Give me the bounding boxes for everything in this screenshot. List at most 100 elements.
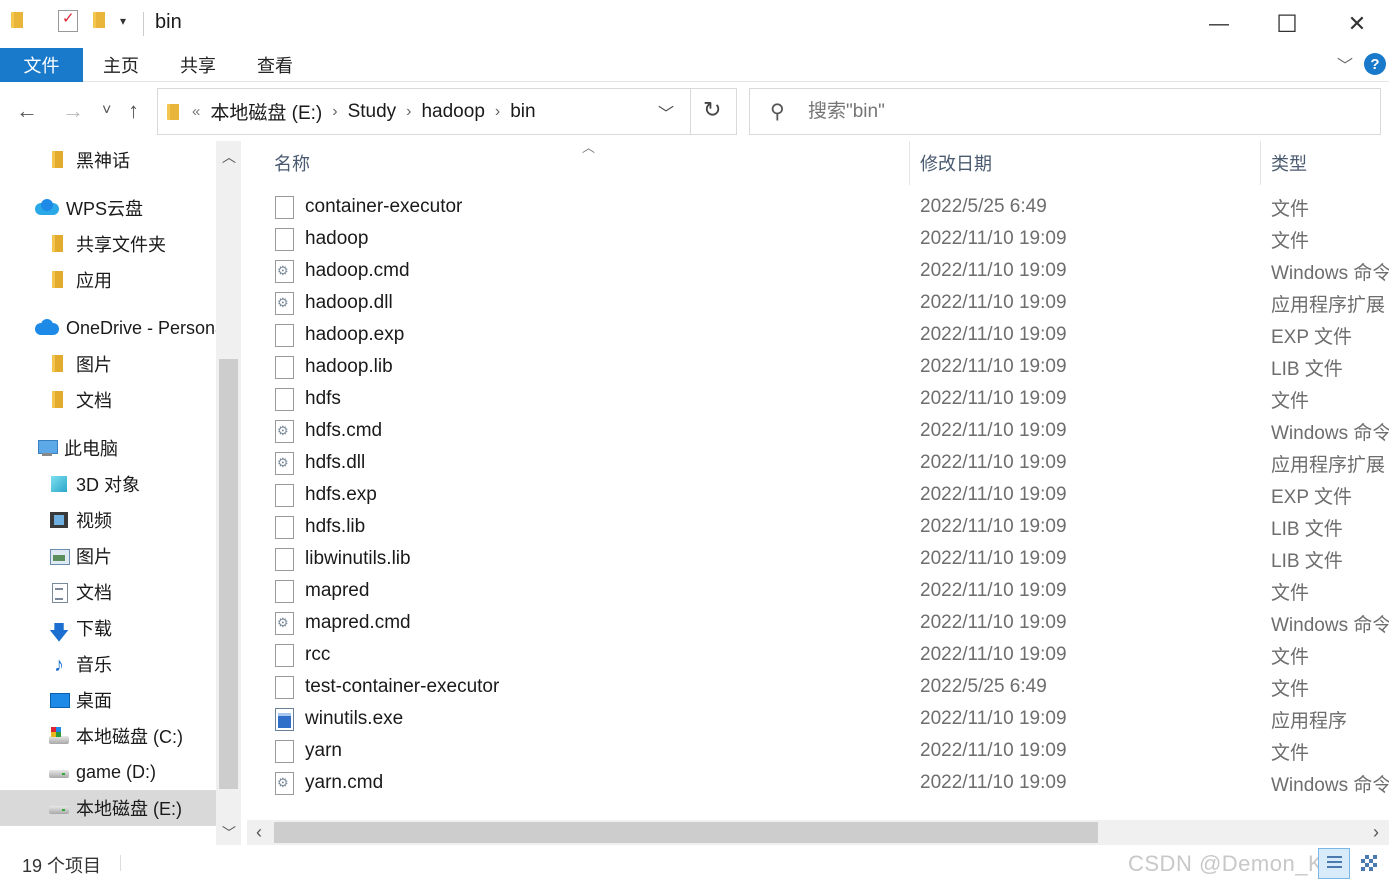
- sidebar-item-documents[interactable]: 文档: [0, 574, 216, 610]
- folder-icon: [48, 234, 70, 254]
- file-row[interactable]: hadoop.cmd 2022/11/10 19:09 Windows 命令脚本: [247, 255, 1389, 287]
- file-row[interactable]: yarn.cmd 2022/11/10 19:09 Windows 命令脚本: [247, 767, 1389, 799]
- file-row[interactable]: test-container-executor 2022/5/25 6:49 文件: [247, 671, 1389, 703]
- file-row[interactable]: winutils.exe 2022/11/10 19:09 应用程序: [247, 703, 1389, 735]
- column-header-date[interactable]: 修改日期: [920, 141, 992, 185]
- up-button[interactable]: ↑: [128, 98, 139, 124]
- file-row[interactable]: mapred.cmd 2022/11/10 19:09 Windows 命令脚本: [247, 607, 1389, 639]
- breadcrumb-study[interactable]: Study: [348, 101, 397, 123]
- large-icons-view-button[interactable]: [1356, 851, 1384, 877]
- sidebar-item-drive-e[interactable]: 本地磁盘 (E:): [0, 790, 216, 826]
- address-dropdown-icon[interactable]: ﹀: [658, 100, 674, 124]
- breadcrumb-overflow[interactable]: «: [192, 103, 200, 120]
- sidebar-item-onedrive[interactable]: OneDrive - Personal: [0, 310, 216, 346]
- tab-file[interactable]: 文件: [0, 48, 83, 82]
- file-row[interactable]: libwinutils.lib 2022/11/10 19:09 LIB 文件: [247, 543, 1389, 575]
- file-row[interactable]: yarn 2022/11/10 19:09 文件: [247, 735, 1389, 767]
- sidebar-item-drive-d[interactable]: game (D:): [0, 754, 216, 790]
- file-row[interactable]: hadoop.dll 2022/11/10 19:09 应用程序扩展: [247, 287, 1389, 319]
- file-name-cell[interactable]: libwinutils.lib: [275, 543, 895, 575]
- tab-view[interactable]: 查看: [257, 48, 293, 82]
- file-row[interactable]: rcc 2022/11/10 19:09 文件: [247, 639, 1389, 671]
- file-name-cell[interactable]: mapred.cmd: [275, 607, 895, 639]
- breadcrumb-bin[interactable]: bin: [510, 101, 535, 123]
- file-name-cell[interactable]: mapred: [275, 575, 895, 607]
- file-name-cell[interactable]: container-executor: [275, 191, 895, 223]
- forward-button[interactable]: →: [62, 98, 84, 124]
- file-row[interactable]: hdfs.dll 2022/11/10 19:09 应用程序扩展: [247, 447, 1389, 479]
- details-view-button[interactable]: [1318, 848, 1350, 879]
- sidebar-item-downloads[interactable]: 🡇 下载: [0, 610, 216, 646]
- sidebar-scroll-thumb[interactable]: [219, 359, 238, 789]
- file-name-cell[interactable]: hadoop.cmd: [275, 255, 895, 287]
- tab-home[interactable]: 主页: [103, 48, 139, 82]
- expand-ribbon-icon[interactable]: ﹀: [1337, 52, 1353, 76]
- column-divider[interactable]: [1260, 141, 1261, 185]
- file-name-cell[interactable]: hadoop.exp: [275, 319, 895, 351]
- file-name-cell[interactable]: test-container-executor: [275, 671, 895, 703]
- new-folder-icon[interactable]: [92, 10, 108, 30]
- close-button[interactable]: ✕: [1322, 0, 1389, 48]
- minimize-button[interactable]: —: [1184, 0, 1254, 48]
- file-name-cell[interactable]: hdfs.exp: [275, 479, 895, 511]
- properties-icon[interactable]: ✓: [58, 10, 78, 32]
- file-row[interactable]: hdfs.cmd 2022/11/10 19:09 Windows 命令脚本: [247, 415, 1389, 447]
- scroll-right-icon[interactable]: ›: [1373, 822, 1379, 843]
- horizontal-scroll-thumb[interactable]: [274, 822, 1098, 843]
- sidebar-item-black-myth[interactable]: 黑神话: [0, 142, 216, 178]
- file-icon: [275, 355, 294, 379]
- scroll-up-icon[interactable]: ︿: [222, 147, 236, 167]
- sidebar-item-apps[interactable]: 应用: [0, 262, 216, 298]
- file-name-cell[interactable]: rcc: [275, 639, 895, 671]
- file-name-cell[interactable]: hdfs.cmd: [275, 415, 895, 447]
- file-name-cell[interactable]: yarn: [275, 735, 895, 767]
- sidebar-item-onedrive-pictures[interactable]: 图片: [0, 346, 216, 382]
- quick-access-dropdown-icon[interactable]: ▾: [120, 14, 126, 28]
- column-divider[interactable]: [909, 141, 910, 185]
- chevron-right-icon[interactable]: ›: [406, 103, 411, 121]
- help-icon[interactable]: ?: [1364, 53, 1386, 75]
- column-header-name[interactable]: 名称: [274, 141, 310, 185]
- refresh-button[interactable]: ↻: [703, 97, 721, 123]
- file-row[interactable]: hdfs 2022/11/10 19:09 文件: [247, 383, 1389, 415]
- file-row[interactable]: hadoop.lib 2022/11/10 19:09 LIB 文件: [247, 351, 1389, 383]
- file-row[interactable]: container-executor 2022/5/25 6:49 文件: [247, 191, 1389, 223]
- sidebar-item-wps-cloud[interactable]: WPS云盘: [0, 190, 216, 226]
- chevron-right-icon[interactable]: ›: [495, 103, 500, 121]
- scroll-down-icon[interactable]: ﹀: [222, 823, 236, 843]
- breadcrumb-hadoop[interactable]: hadoop: [421, 101, 484, 123]
- chevron-right-icon[interactable]: ›: [332, 103, 337, 121]
- tab-share[interactable]: 共享: [180, 48, 216, 82]
- file-row[interactable]: hadoop.exp 2022/11/10 19:09 EXP 文件: [247, 319, 1389, 351]
- scroll-left-icon[interactable]: ‹: [256, 822, 262, 843]
- breadcrumb-drive-e[interactable]: 本地磁盘 (E:): [210, 98, 322, 125]
- file-name-cell[interactable]: hadoop.lib: [275, 351, 895, 383]
- sidebar-item-this-pc[interactable]: 此电脑: [0, 430, 216, 466]
- search-box[interactable]: ⚲: [749, 88, 1381, 135]
- sidebar-item-onedrive-documents[interactable]: 文档: [0, 382, 216, 418]
- back-button[interactable]: ←: [16, 98, 38, 124]
- maximize-button[interactable]: ☐: [1252, 0, 1322, 48]
- file-row[interactable]: hdfs.exp 2022/11/10 19:09 EXP 文件: [247, 479, 1389, 511]
- address-bar[interactable]: « 本地磁盘 (E:) › Study › hadoop › bin ﹀ ↻: [157, 88, 737, 135]
- file-name-cell[interactable]: winutils.exe: [275, 703, 895, 735]
- sidebar-item-3d-objects[interactable]: 3D 对象: [0, 466, 216, 502]
- sidebar-item-desktop[interactable]: 桌面: [0, 682, 216, 718]
- sidebar-item-videos[interactable]: 视频: [0, 502, 216, 538]
- search-input[interactable]: [808, 89, 1368, 134]
- column-header-type[interactable]: 类型: [1271, 141, 1307, 185]
- sidebar-item-pictures[interactable]: 图片: [0, 538, 216, 574]
- file-name-cell[interactable]: hdfs.dll: [275, 447, 895, 479]
- file-row[interactable]: hadoop 2022/11/10 19:09 文件: [247, 223, 1389, 255]
- file-name-cell[interactable]: hadoop: [275, 223, 895, 255]
- file-name-cell[interactable]: hadoop.dll: [275, 287, 895, 319]
- recent-locations-button[interactable]: ˅: [102, 102, 111, 120]
- file-row[interactable]: hdfs.lib 2022/11/10 19:09 LIB 文件: [247, 511, 1389, 543]
- file-name-cell[interactable]: hdfs: [275, 383, 895, 415]
- sidebar-item-shared-folder[interactable]: 共享文件夹: [0, 226, 216, 262]
- file-row[interactable]: mapred 2022/11/10 19:09 文件: [247, 575, 1389, 607]
- file-name-cell[interactable]: hdfs.lib: [275, 511, 895, 543]
- sidebar-item-music[interactable]: ♪ 音乐: [0, 646, 216, 682]
- sidebar-item-drive-c[interactable]: 本地磁盘 (C:): [0, 718, 216, 754]
- file-name-cell[interactable]: yarn.cmd: [275, 767, 895, 799]
